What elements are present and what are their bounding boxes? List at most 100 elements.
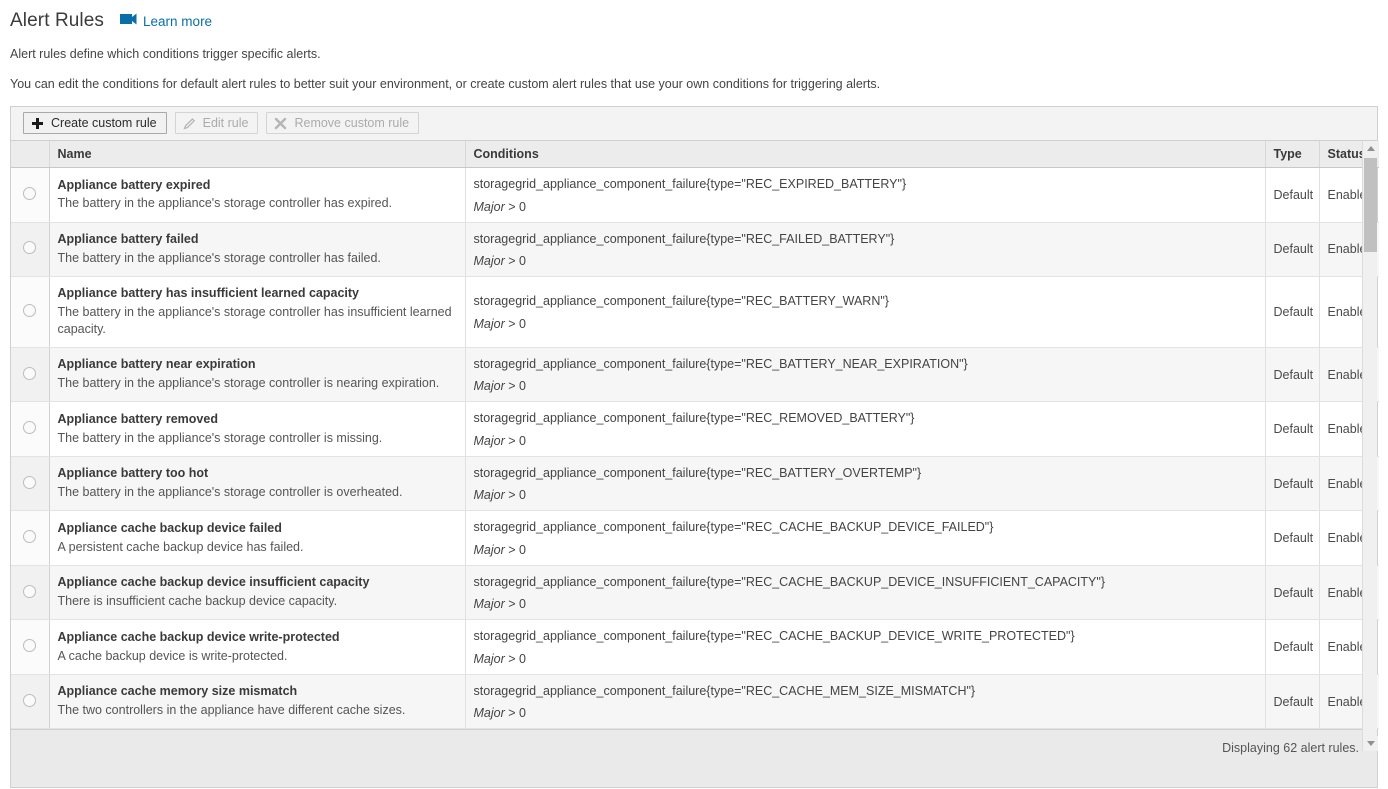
severity-label: Major — [473, 199, 505, 214]
row-select-cell[interactable] — [11, 674, 50, 730]
rule-name-cell: Appliance battery expired The battery in … — [49, 167, 466, 223]
column-header-conditions[interactable]: Conditions — [465, 141, 1266, 168]
scroll-up-button[interactable] — [1363, 141, 1378, 156]
rule-name: Appliance battery has insufficient learn… — [57, 286, 359, 300]
vertical-scrollbar[interactable] — [1362, 141, 1378, 751]
triangle-down-icon — [1366, 741, 1375, 746]
condition-severity: Major > 0 — [474, 652, 1257, 666]
condition-expression: storagegrid_appliance_component_failure{… — [473, 574, 1106, 589]
row-radio-button[interactable] — [23, 421, 37, 435]
rule-name-cell: Appliance cache backup device insufficie… — [49, 565, 466, 621]
row-select-cell[interactable] — [11, 222, 50, 277]
row-radio-button[interactable] — [23, 584, 37, 598]
rule-name: Appliance battery failed — [57, 232, 199, 247]
row-radio-button[interactable] — [23, 475, 37, 489]
condition-severity: Major > 0 — [474, 254, 1257, 268]
row-select-cell[interactable] — [11, 276, 50, 348]
rule-type-cell: Default — [1265, 276, 1320, 348]
rule-type-cell: Default — [1265, 456, 1320, 512]
remove-custom-rule-label: Remove custom rule — [294, 116, 410, 130]
table-row[interactable]: Appliance cache memory size mismatch The … — [11, 674, 1379, 730]
rule-name: Appliance battery expired — [57, 177, 211, 192]
severity-operator: > 0 — [508, 597, 526, 612]
column-header-name[interactable]: Name — [49, 141, 466, 168]
row-select-cell[interactable] — [11, 347, 50, 403]
condition-expression: storagegrid_appliance_component_failure{… — [473, 356, 968, 371]
create-custom-rule-button[interactable]: Create custom rule — [23, 112, 167, 134]
row-radio-button[interactable] — [23, 530, 37, 544]
rule-name: Appliance cache backup device insufficie… — [57, 575, 370, 590]
table-row[interactable]: Appliance battery failed The battery in t… — [11, 222, 1379, 277]
table-row[interactable]: Appliance battery has insufficient learn… — [11, 276, 1379, 348]
severity-label: Major — [473, 254, 505, 268]
rule-description: A cache backup device is write-protected… — [57, 648, 288, 663]
severity-label: Major — [473, 597, 505, 612]
scroll-down-button[interactable] — [1363, 736, 1378, 751]
rule-name-cell: Appliance battery failed The battery in t… — [49, 222, 466, 277]
rule-name: Appliance cache memory size mismatch — [57, 684, 298, 699]
rule-type-cell: Default — [1265, 167, 1320, 223]
table-row[interactable]: Appliance cache backup device failed A pe… — [11, 510, 1379, 566]
rule-type-cell: Default — [1265, 401, 1320, 457]
condition-severity: Major > 0 — [474, 379, 1257, 393]
condition-expression: storagegrid_appliance_component_failure{… — [473, 294, 889, 309]
table-header: Name Conditions Type Status — [11, 141, 1379, 168]
row-select-cell[interactable] — [11, 619, 50, 675]
rule-name: Appliance battery removed — [57, 411, 218, 426]
scrollbar-thumb[interactable] — [1364, 158, 1377, 252]
table-row[interactable]: Appliance cache backup device insufficie… — [11, 565, 1379, 621]
rule-type-cell: Default — [1265, 510, 1320, 566]
table-body: Appliance battery expired The battery in … — [11, 167, 1379, 730]
condition-expression: storagegrid_appliance_component_failure{… — [473, 177, 907, 191]
row-select-cell[interactable] — [11, 167, 50, 223]
row-radio-button[interactable] — [23, 693, 37, 707]
severity-label: Major — [473, 433, 505, 448]
severity-label: Major — [473, 542, 505, 557]
row-radio-button[interactable] — [23, 366, 37, 380]
rule-description: A persistent cache backup device has fai… — [57, 539, 304, 554]
edit-rule-button[interactable]: Edit rule — [174, 112, 259, 134]
video-camera-icon — [120, 12, 137, 30]
rule-conditions-cell: storagegrid_appliance_component_failure{… — [465, 347, 1266, 403]
severity-operator: > 0 — [508, 433, 526, 448]
condition-expression: storagegrid_appliance_component_failure{… — [473, 520, 994, 535]
rule-description: There is insufficient cache backup devic… — [57, 594, 338, 609]
learn-more-link[interactable]: Learn more — [120, 12, 212, 30]
table-row[interactable]: Appliance battery expired The battery in … — [11, 167, 1379, 223]
condition-expression: storagegrid_appliance_component_failure{… — [473, 629, 1075, 644]
table-row[interactable]: Appliance cache backup device write-prot… — [11, 619, 1379, 675]
rule-description: The battery in the appliance's storage c… — [57, 485, 403, 500]
rule-conditions-cell: storagegrid_appliance_component_failure{… — [465, 401, 1266, 457]
rule-name-cell: Appliance cache backup device write-prot… — [49, 619, 466, 675]
table-row[interactable]: Appliance battery too hot The battery in … — [11, 456, 1379, 512]
rule-description: The battery in the appliance's storage c… — [57, 376, 440, 391]
severity-operator: > 0 — [508, 316, 526, 331]
panel-footer: Displaying 62 alert rules. — [11, 729, 1377, 766]
row-radio-button[interactable] — [23, 186, 37, 200]
plus-icon — [31, 117, 44, 130]
rule-name: Appliance cache backup device failed — [57, 520, 282, 535]
alert-rules-panel: Create custom rule Edit rule Remove cust… — [10, 106, 1379, 789]
row-radio-button[interactable] — [23, 303, 37, 317]
rule-description: The battery in the appliance's storage c… — [57, 304, 452, 337]
row-radio-button[interactable] — [23, 241, 37, 255]
rule-name-cell: Appliance cache memory size mismatch The … — [49, 674, 466, 730]
table-row[interactable]: Appliance battery removed The battery in … — [11, 401, 1379, 457]
remove-custom-rule-button[interactable]: Remove custom rule — [266, 112, 420, 134]
severity-operator: > 0 — [508, 651, 526, 666]
severity-operator: > 0 — [508, 379, 526, 394]
condition-severity: Major > 0 — [474, 200, 1257, 214]
severity-operator: > 0 — [508, 488, 526, 503]
column-header-type[interactable]: Type — [1265, 141, 1320, 168]
row-select-cell[interactable] — [11, 510, 50, 566]
severity-label: Major — [473, 316, 505, 331]
row-select-cell[interactable] — [11, 401, 50, 457]
row-select-cell[interactable] — [11, 565, 50, 621]
rule-name-cell: Appliance battery has insufficient learn… — [49, 276, 466, 348]
severity-operator: > 0 — [508, 542, 526, 557]
table-row[interactable]: Appliance battery near expiration The bat… — [11, 347, 1379, 403]
row-radio-button[interactable] — [23, 639, 37, 653]
row-select-cell[interactable] — [11, 456, 50, 512]
rule-conditions-cell: storagegrid_appliance_component_failure{… — [465, 456, 1266, 512]
triangle-up-icon — [1366, 146, 1375, 151]
